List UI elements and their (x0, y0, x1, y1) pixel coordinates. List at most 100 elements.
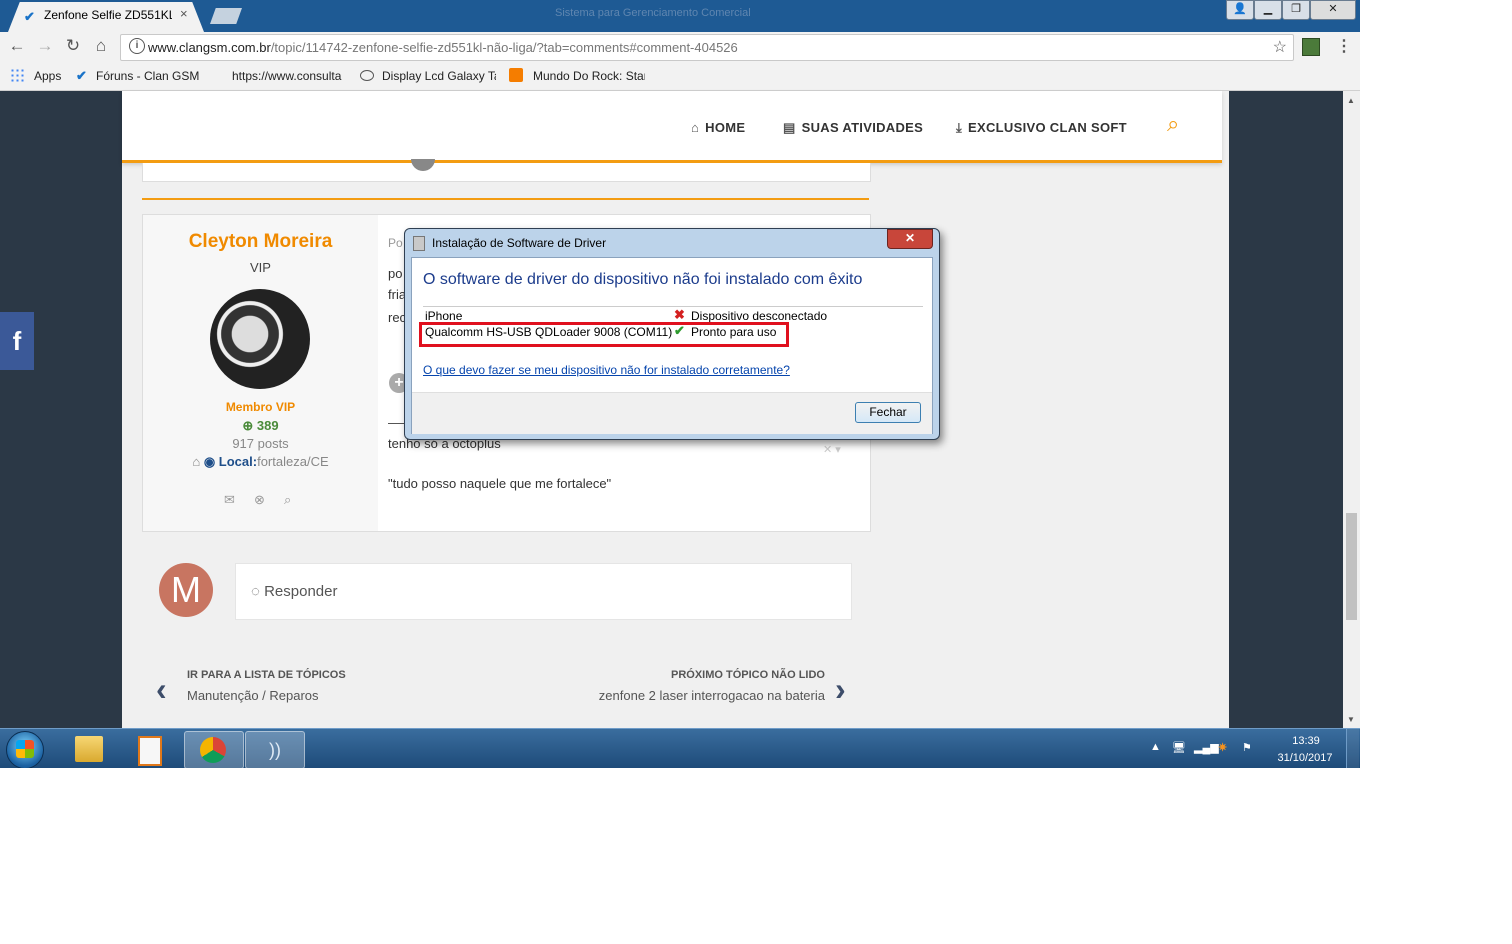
plus-circle-icon: ⊕ (242, 418, 257, 433)
avast-icon[interactable]: ✷ (1218, 741, 1227, 754)
bookmarks-bar: Apps ✔ Fóruns - Clan GSM https://www.con… (0, 62, 1360, 91)
reputation-badge: ⊕ 389 (242, 418, 279, 433)
author-role: VIP (250, 260, 271, 275)
bookmark-star-icon[interactable]: ☆ (1273, 37, 1287, 57)
tab-close-icon[interactable]: × (180, 6, 188, 21)
blogger-icon (509, 68, 523, 82)
bookmark-foruns[interactable]: Fóruns - Clan GSM (96, 69, 199, 83)
clock-time[interactable]: 13:39 (1278, 735, 1334, 747)
block-icon[interactable]: ⊗ (254, 492, 265, 508)
author-location: ⌂ ◉ Local:fortaleza/CE (192, 454, 329, 469)
start-button[interactable] (6, 731, 44, 768)
home-icon[interactable]: ⌂ (90, 36, 112, 56)
dialog-heading: O software de driver do dispositivo não … (423, 271, 863, 288)
window-close-button[interactable]: ✕ (1310, 0, 1356, 20)
user-profile-button[interactable]: 👤 (1226, 0, 1254, 20)
dialog-footer: Fechar (412, 392, 932, 434)
home-icon: ⌂ (691, 120, 700, 135)
browser-tabstrip: ✔ Zenfone Selfie ZD551KL × Sistema para … (0, 0, 1360, 32)
tray-expand-icon[interactable]: ▲ (1150, 741, 1161, 753)
url-text[interactable]: www.clangsm.com.br/topic/114742-zenfone-… (148, 40, 738, 55)
dialog-content: O software de driver do dispositivo não … (411, 257, 933, 434)
taskbar-explorer[interactable] (60, 731, 118, 767)
clangsm-favicon-icon: ✔ (76, 68, 87, 83)
signal-icon[interactable]: ▂▄▆ (1194, 741, 1219, 754)
next-topic-link[interactable]: zenfone 2 laser interrogacao na bateria (599, 688, 825, 703)
facebook-icon: f (12, 326, 22, 356)
forward-arrow-icon[interactable]: → (34, 36, 56, 56)
fechar-button[interactable]: Fechar (855, 402, 921, 423)
chevron-left-icon[interactable]: ‹ (156, 671, 167, 708)
new-tab-button[interactable] (210, 8, 242, 24)
folder-icon (75, 736, 103, 762)
check-icon: ✔ (674, 323, 685, 338)
bookmark-apps[interactable]: Apps (34, 69, 61, 83)
error-x-icon: ✖ (674, 307, 685, 322)
reload-icon[interactable]: ↻ (62, 36, 84, 56)
site-favicon-icon: ✔ (24, 9, 35, 24)
nav-suas-atividades[interactable]: ▤ SUAS ATIVIDADES (783, 120, 923, 136)
download-icon: ⤓ (956, 120, 963, 135)
taskbar-media-player[interactable] (120, 731, 178, 767)
signature-line: "tudo posso naquele que me fortalece" (388, 476, 612, 491)
browser-menu-icon[interactable]: ⋮ (1336, 36, 1352, 56)
search-icon[interactable]: ⌕ (284, 492, 291, 508)
post-divider (142, 198, 869, 200)
extension-icon[interactable] (1302, 38, 1320, 56)
page-scrollbar[interactable]: ▲ ▼ (1343, 91, 1360, 728)
device-name-qualcomm: Qualcomm HS-USB QDLoader 9008 (COM11) (425, 325, 673, 339)
dialog-divider (423, 306, 923, 307)
network-error-icon[interactable]: 🖥 (1172, 741, 1186, 754)
post-date: Po (388, 236, 403, 250)
scroll-down-icon[interactable]: ▼ (1347, 715, 1355, 724)
home-icon: ⌂ (192, 454, 204, 469)
prev-topic-link[interactable]: Manutenção / Reparos (187, 688, 319, 703)
reply-input[interactable]: ◌ Responder (235, 563, 852, 620)
bookmark-display-icon (360, 70, 374, 81)
prev-topic-caption[interactable]: IR PARA A LISTA DE TÓPICOS (187, 669, 346, 681)
reply-placeholder: ◌ Responder (251, 583, 338, 600)
browser-toolbar: ← → ↻ ⌂ i www.clangsm.com.br/topic/11474… (0, 32, 1360, 62)
back-arrow-icon[interactable]: ← (6, 36, 28, 56)
action-center-flag-icon[interactable]: ⚑ (1242, 741, 1252, 754)
minimize-button[interactable]: ▁ (1254, 0, 1282, 20)
taskbar-chrome[interactable] (184, 731, 244, 768)
bookmark-mundo-do-rock[interactable]: Mundo Do Rock: Star (533, 69, 645, 83)
scroll-thumb[interactable] (1346, 513, 1357, 620)
chevron-right-icon[interactable]: › (835, 671, 846, 708)
device-status-qualcomm: Pronto para uso (691, 325, 777, 339)
tab-title[interactable]: Zenfone Selfie ZD551KL (44, 8, 172, 22)
newspaper-icon: ▤ (783, 120, 796, 135)
post-count: 917 posts (232, 436, 289, 451)
device-name-iphone: iPhone (425, 309, 463, 323)
dialog-title: Instalação de Software de Driver (432, 236, 607, 250)
envelope-icon[interactable]: ✉ (224, 492, 235, 508)
signature-close-icon[interactable]: ✕ ▾ (823, 443, 841, 456)
next-topic-caption[interactable]: PRÓXIMO TÓPICO NÃO LIDO (671, 669, 825, 681)
clock-date[interactable]: 31/10/2017 (1272, 752, 1338, 764)
nav-home[interactable]: ⌂ HOME (691, 120, 745, 135)
apps-grid-icon (10, 68, 24, 82)
info-icon[interactable]: i (129, 38, 145, 54)
driver-install-dialog: Instalação de Software de Driver ✕ O sof… (404, 228, 940, 440)
taskbar-app[interactable]: )) (245, 731, 305, 768)
address-bar[interactable]: i www.clangsm.com.br/topic/114742-zenfon… (120, 34, 1294, 61)
media-player-icon (138, 736, 162, 766)
author-avatar[interactable] (210, 289, 310, 389)
comments-icon: ◉ (203, 454, 219, 469)
bookmark-consulta[interactable]: https://www.consulta (232, 69, 344, 83)
restore-button[interactable]: ❐ (1282, 0, 1310, 20)
previous-post-card (142, 159, 871, 182)
help-link[interactable]: O que devo fazer se meu dispositivo não … (423, 363, 790, 377)
show-desktop-button[interactable] (1346, 729, 1359, 768)
comment-icon: ◌ (251, 583, 265, 600)
search-icon[interactable]: ⌕ (1167, 111, 1179, 137)
scroll-up-icon[interactable]: ▲ (1347, 96, 1355, 105)
windows-logo-icon (16, 740, 34, 758)
author-name[interactable]: Cleyton Moreira (143, 231, 378, 253)
facebook-share-button[interactable]: f (0, 312, 34, 370)
bookmark-display-lcd[interactable]: Display Lcd Galaxy Ta (382, 69, 496, 83)
user-avatar[interactable]: M (159, 563, 213, 617)
nav-exclusivo-clan-soft[interactable]: ⤓ EXCLUSIVO CLAN SOFT (956, 120, 1127, 136)
dialog-close-button[interactable]: ✕ (887, 229, 933, 249)
